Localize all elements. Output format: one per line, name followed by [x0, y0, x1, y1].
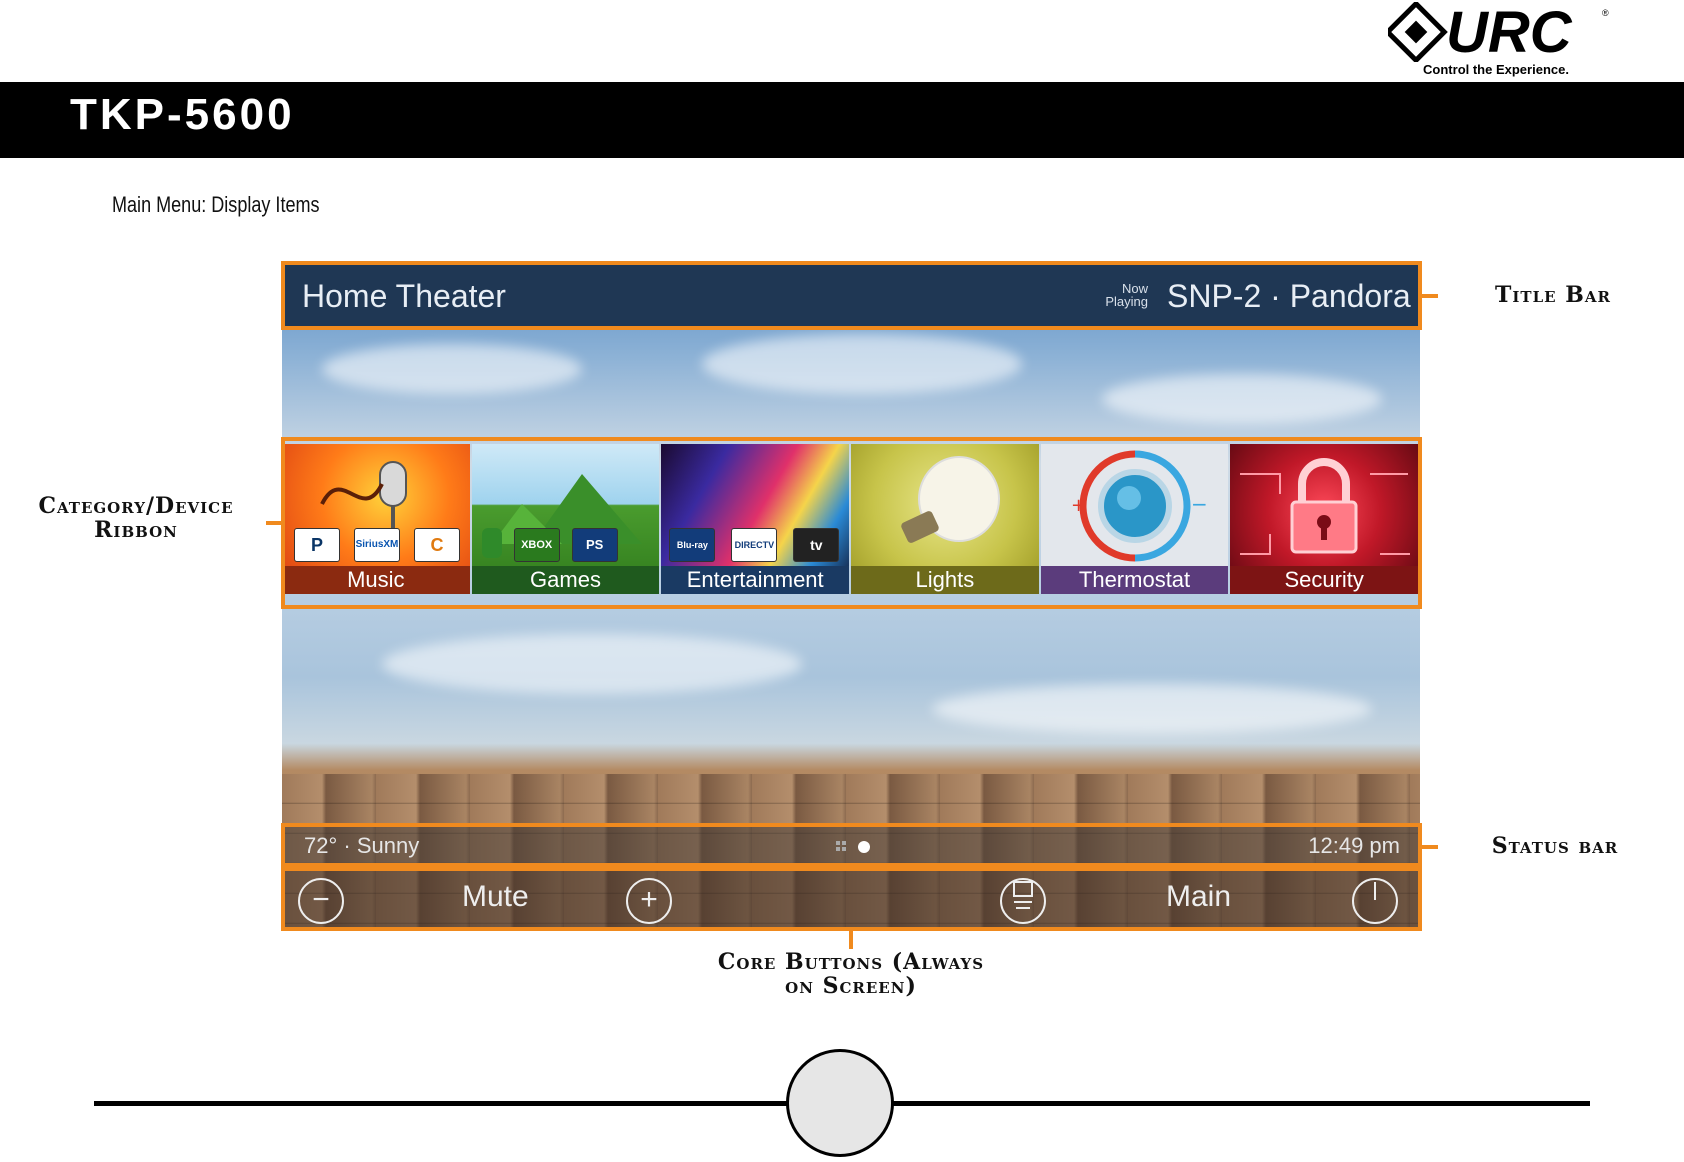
- callout-status-bar: Status bar: [1491, 833, 1619, 859]
- title-bar-highlight: [281, 261, 1422, 330]
- document-title: TKP-5600: [70, 90, 295, 139]
- cloud: [322, 344, 582, 394]
- svg-text:®: ®: [1602, 8, 1609, 18]
- callout-core-buttons: Core Buttons (Always on Screen): [717, 949, 985, 999]
- svg-text:URC: URC: [1446, 2, 1573, 62]
- callout-ribbon: Category/Device Ribbon: [38, 493, 234, 543]
- callout-line: [266, 521, 282, 525]
- cloud: [1102, 374, 1382, 424]
- footer-rule-right: [892, 1101, 1590, 1106]
- section-subtitle: Main Menu: Display Items: [112, 192, 320, 217]
- callout-line: [1422, 294, 1438, 298]
- callout-line: [1422, 845, 1438, 849]
- cloud: [382, 634, 802, 694]
- core-buttons-highlight: [281, 867, 1422, 931]
- ribbon-highlight: [281, 437, 1422, 609]
- status-bar-highlight: [281, 823, 1422, 867]
- footer-rule-left: [94, 1101, 788, 1106]
- callout-line: [849, 931, 853, 949]
- page-number-badge: [786, 1049, 894, 1157]
- cloud: [932, 684, 1372, 734]
- callout-title-bar: Title Bar: [1495, 282, 1611, 308]
- cloud: [702, 334, 1022, 394]
- brand-tagline: Control the Experience.: [1423, 62, 1569, 77]
